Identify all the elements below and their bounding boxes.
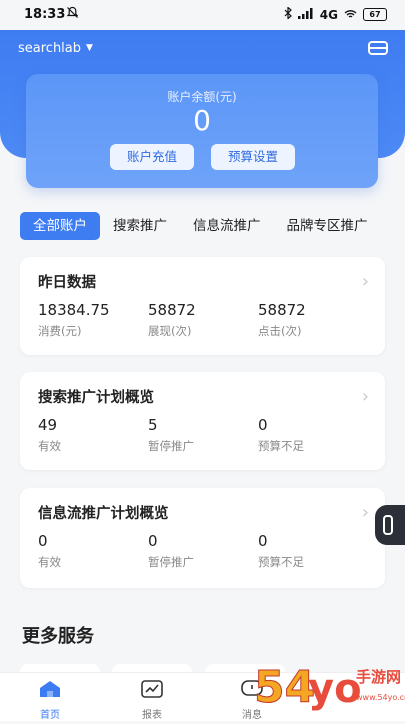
tab-feed-promotion[interactable]: 信息流推广 <box>180 212 274 240</box>
more-services-title: 更多服务 <box>22 626 94 647</box>
nav-home[interactable]: 首页 <box>20 679 80 721</box>
svg-text:手游网: 手游网 <box>356 668 401 686</box>
mute-bell-icon <box>66 6 79 23</box>
search-plan-card[interactable]: 搜索推广计划概览 › 49 有效 5 暂停推广 0 预算不足 <box>20 372 385 470</box>
chevron-right-icon: › <box>361 271 369 292</box>
svg-text:yo: yo <box>308 666 362 712</box>
feed-plan-card[interactable]: 信息流推广计划概览 › 0 有效 0 暂停推广 0 预算不足 <box>20 488 385 588</box>
budget-short-label: 预算不足 <box>258 439 304 453</box>
card-title: 信息流推广计划概览 <box>38 506 169 522</box>
budget-short-value: 0 <box>258 532 268 550</box>
spend-label: 消费(元) <box>38 324 82 338</box>
paused-label: 暂停推广 <box>148 439 194 453</box>
budget-short-value: 0 <box>258 416 268 434</box>
balance-label: 账户余额(元) <box>167 90 237 104</box>
tab-bar: 全部账户 搜索推广 信息流推广 品牌专区推广 <box>0 208 405 248</box>
paused-value: 5 <box>148 416 158 434</box>
yesterday-data-card[interactable]: 昨日数据 › 18384.75 消费(元) 58872 展现(次) 58872 … <box>20 257 385 355</box>
caret-down-icon: ▼ <box>86 43 93 53</box>
nav-home-label: 首页 <box>40 710 60 721</box>
status-time: 18:33 <box>24 7 66 22</box>
site-watermark: 54 yo 手游网 www.54yo.cn <box>252 652 405 720</box>
battery-icon: 67 <box>363 8 387 21</box>
home-icon <box>20 679 80 702</box>
balance-value: 0 <box>193 104 211 137</box>
clicks-value: 58872 <box>258 301 306 319</box>
chart-icon <box>122 679 182 702</box>
impressions-value: 58872 <box>148 301 196 319</box>
status-right: 4G 67 <box>284 6 387 22</box>
budget-settings-button[interactable]: 预算设置 <box>211 144 295 170</box>
active-value: 0 <box>38 532 48 550</box>
menu-icon[interactable] <box>368 41 388 55</box>
active-label: 有效 <box>38 555 61 569</box>
svg-text:www.54yo.cn: www.54yo.cn <box>356 693 405 702</box>
wifi-icon <box>344 8 357 22</box>
floating-assistant-button[interactable] <box>375 505 405 545</box>
active-value: 49 <box>38 416 58 434</box>
tab-brand-zone[interactable]: 品牌专区推广 <box>274 212 381 240</box>
card-title: 搜索推广计划概览 <box>38 390 154 406</box>
chevron-right-icon: › <box>361 386 369 407</box>
clicks-label: 点击(次) <box>258 324 302 338</box>
balance-card: 账户余额(元) 0 账户充值 预算设置 <box>26 74 378 188</box>
tab-list: 全部账户 搜索推广 信息流推广 品牌专区推广 <box>20 212 381 242</box>
paused-label: 暂停推广 <box>148 555 194 569</box>
svg-text:54: 54 <box>254 662 315 713</box>
recharge-button[interactable]: 账户充值 <box>110 144 194 170</box>
card-title: 昨日数据 <box>38 275 96 291</box>
chevron-right-icon: › <box>361 502 369 523</box>
nav-report[interactable]: 报表 <box>122 679 182 721</box>
network-type: 4G <box>319 7 338 22</box>
account-switcher[interactable]: searchlab ▼ <box>18 41 93 56</box>
active-label: 有效 <box>38 439 61 453</box>
paused-value: 0 <box>148 532 158 550</box>
spend-value: 18384.75 <box>38 301 110 319</box>
bluetooth-icon <box>284 6 292 22</box>
impressions-label: 展现(次) <box>148 324 192 338</box>
status-bar: 18:33 4G 67 <box>0 0 405 30</box>
tab-all-accounts[interactable]: 全部账户 <box>20 212 100 240</box>
nav-report-label: 报表 <box>142 710 162 721</box>
tab-search-promotion[interactable]: 搜索推广 <box>100 212 180 240</box>
signal-icon <box>297 7 314 22</box>
budget-short-label: 预算不足 <box>258 555 304 569</box>
account-name: searchlab <box>18 41 82 56</box>
